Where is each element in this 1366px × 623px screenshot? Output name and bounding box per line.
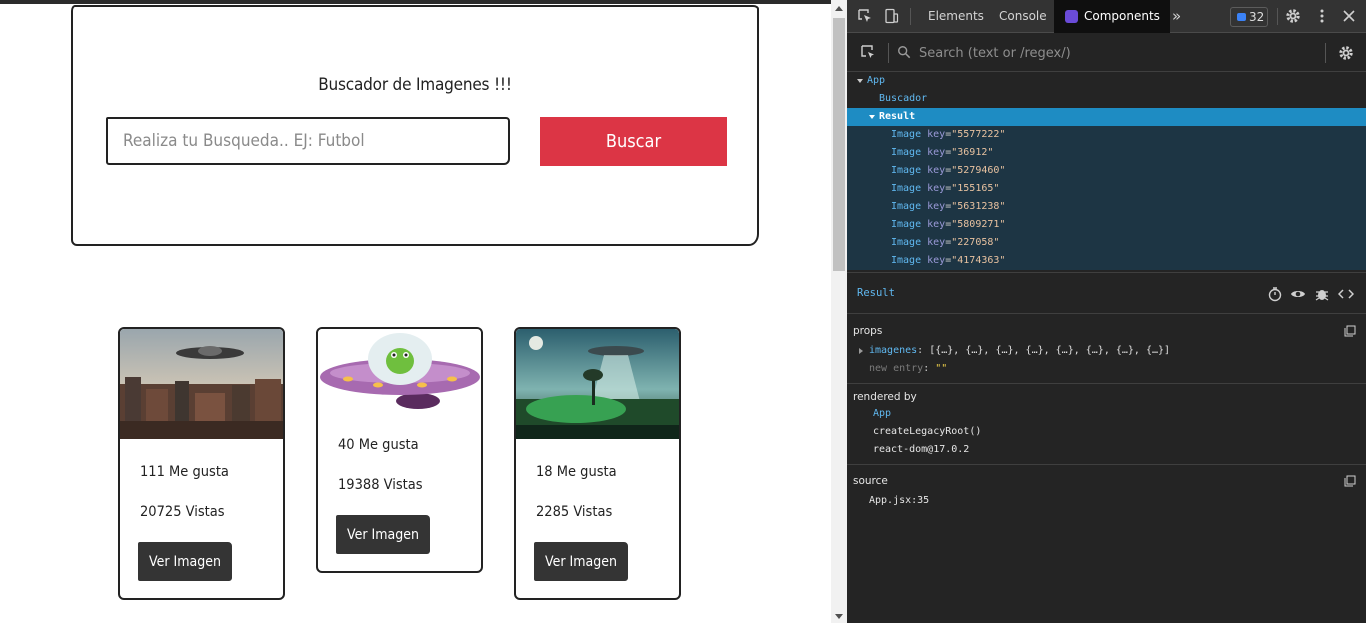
rendered-by-app[interactable]: App xyxy=(873,408,891,419)
tree-node-image[interactable]: Image key="5809271" xyxy=(847,216,1366,234)
copy-icon[interactable] xyxy=(1344,325,1356,337)
search-panel: Buscador de Imagenes !!! Buscar xyxy=(71,5,759,246)
devtools-panel: Elements Console Components » 32 Search … xyxy=(847,0,1366,623)
app-page: Buscador de Imagenes !!! Buscar xyxy=(0,4,831,623)
tree-node-image[interactable]: Image key="36912" xyxy=(847,144,1366,162)
close-devtools-icon[interactable] xyxy=(1341,8,1357,24)
scroll-down-icon[interactable] xyxy=(835,614,843,619)
rendered-by-react-dom: react-dom@17.0.2 xyxy=(873,444,970,455)
views-count: 19388 Vistas xyxy=(338,477,423,493)
tree-node-image[interactable]: Image key="5279460" xyxy=(847,162,1366,180)
more-tabs-chevron-icon[interactable]: » xyxy=(1172,0,1181,33)
source-section: source App.jsx:35 xyxy=(847,465,1366,525)
select-component-icon[interactable] xyxy=(860,44,876,60)
likes-count: 40 Me gusta xyxy=(338,437,419,453)
scroll-up-icon[interactable] xyxy=(835,6,843,11)
issues-count: 32 xyxy=(1249,10,1265,24)
views-count: 2285 Vistas xyxy=(536,504,613,520)
selected-component-name: Result xyxy=(857,287,895,299)
component-settings-gear-icon[interactable] xyxy=(1338,45,1354,61)
component-tree: App Buscador Result Image key="5577222" … xyxy=(847,72,1366,272)
view-source-code-icon[interactable] xyxy=(1338,286,1354,302)
tree-node-image[interactable]: Image key="227058" xyxy=(847,234,1366,252)
components-searchbar xyxy=(847,34,1366,72)
page-title: Buscador de Imagenes !!! xyxy=(318,75,512,95)
component-search-input[interactable] xyxy=(919,43,1219,63)
tab-console[interactable]: Console xyxy=(999,0,1047,33)
tree-node-buscador[interactable]: Buscador xyxy=(847,90,1366,108)
devtools-tabbar: Elements Console Components » 32 xyxy=(847,0,1366,33)
searchbar-divider xyxy=(1325,43,1326,63)
issues-badge[interactable]: 32 xyxy=(1230,7,1268,27)
scroll-thumb[interactable] xyxy=(833,18,845,271)
page-scrollbar[interactable] xyxy=(831,0,847,623)
search-button[interactable]: Buscar xyxy=(540,117,727,166)
rendered-by-section: rendered by App createLegacyRoot() react… xyxy=(847,384,1366,465)
likes-count: 111 Me gusta xyxy=(140,464,229,480)
props-section: props imagenes: [{…}, {…}, {…}, {…}, {…}… xyxy=(847,315,1366,384)
rendered-by-title: rendered by xyxy=(853,391,917,403)
source-location[interactable]: App.jsx:35 xyxy=(869,495,929,506)
card-image-ufo-city[interactable] xyxy=(120,329,283,439)
views-count: 20725 Vistas xyxy=(140,504,225,520)
image-card: 18 Me gusta 2285 Vistas Ver Imagen xyxy=(514,327,681,600)
view-image-button[interactable]: Ver Imagen xyxy=(138,542,232,581)
tab-components-label: Components xyxy=(1084,9,1160,23)
expand-caret-icon[interactable] xyxy=(869,115,875,119)
view-image-button[interactable]: Ver Imagen xyxy=(534,542,628,581)
searchbar-divider xyxy=(888,43,889,63)
search-input[interactable] xyxy=(106,117,510,165)
selected-component-header: Result xyxy=(847,272,1366,314)
props-title: props xyxy=(853,325,883,337)
expand-caret-icon[interactable] xyxy=(859,348,863,354)
stopwatch-icon[interactable] xyxy=(1267,286,1283,302)
new-prop-entry[interactable]: new entry: "" xyxy=(869,363,947,374)
rendered-by-root: createLegacyRoot() xyxy=(873,426,982,437)
view-image-button[interactable]: Ver Imagen xyxy=(336,515,430,554)
toolbar-divider xyxy=(1277,8,1278,25)
react-icon xyxy=(1065,10,1078,23)
message-icon xyxy=(1237,13,1246,21)
device-toolbar-icon[interactable] xyxy=(883,8,899,24)
source-title: source xyxy=(853,475,888,487)
prop-imagenes[interactable]: imagenes: [{…}, {…}, {…}, {…}, {…}, {…},… xyxy=(869,345,1170,356)
search-icon xyxy=(898,46,911,59)
tab-components[interactable]: Components xyxy=(1054,0,1170,33)
copy-icon[interactable] xyxy=(1344,475,1356,487)
image-card: 111 Me gusta 20725 Vistas Ver Imagen xyxy=(118,327,285,600)
tab-elements[interactable]: Elements xyxy=(928,0,984,33)
inspect-element-icon[interactable] xyxy=(857,8,873,24)
likes-count: 18 Me gusta xyxy=(536,464,617,480)
tree-node-image[interactable]: Image key="5631238" xyxy=(847,198,1366,216)
debug-bug-icon[interactable] xyxy=(1314,286,1330,302)
expand-caret-icon[interactable] xyxy=(857,79,863,83)
tree-node-image[interactable]: Image key="5577222" xyxy=(847,126,1366,144)
tree-node-image[interactable]: Image key="4174363" xyxy=(847,252,1366,270)
settings-gear-icon[interactable] xyxy=(1285,8,1301,24)
tree-node-result[interactable]: Result xyxy=(847,108,1366,126)
tree-node-image[interactable]: Image key="155165" xyxy=(847,180,1366,198)
card-image-ufo-landscape[interactable] xyxy=(516,329,679,439)
inspect-dom-eye-icon[interactable] xyxy=(1290,286,1306,302)
toolbar-divider xyxy=(910,8,911,25)
more-options-icon[interactable] xyxy=(1314,8,1330,24)
image-card: 40 Me gusta 19388 Vistas Ver Imagen xyxy=(316,327,483,573)
tree-node-app[interactable]: App xyxy=(847,72,1366,90)
card-image-alien-saucer[interactable] xyxy=(318,329,481,417)
